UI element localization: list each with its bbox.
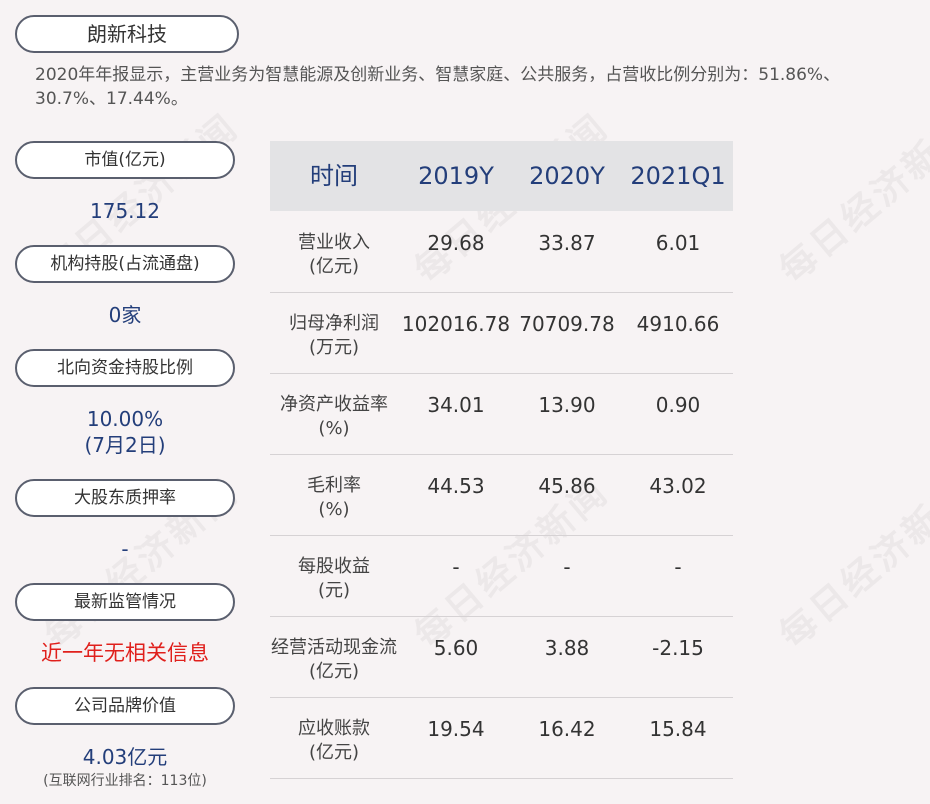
institution-value: 0家 xyxy=(108,303,142,327)
table-row: 应收账款 (亿元) 19.54 16.42 15.84 xyxy=(270,697,733,779)
watermark: 每日经济新闻 xyxy=(771,470,930,657)
row-label-metric: 应收账款 xyxy=(298,718,370,739)
row-label: 每股收益 (元) xyxy=(270,555,398,603)
header-2019: 2019Y xyxy=(418,162,494,190)
table-cell: 29.68 xyxy=(427,231,485,255)
row-label-metric: 归母净利润 xyxy=(289,313,379,334)
pledge-value: - xyxy=(121,537,129,561)
table-cell: 44.53 xyxy=(427,474,485,498)
watermark: 每日经济新闻 xyxy=(771,105,930,292)
row-label-unit: (亿元) xyxy=(308,661,360,682)
row-label: 营业收入 (亿元) xyxy=(270,231,398,279)
row-label-unit: (元) xyxy=(317,580,351,601)
northbound-value: 10.00% xyxy=(86,407,164,431)
table-cell: 5.60 xyxy=(433,636,479,660)
table-cell: 43.02 xyxy=(649,474,707,498)
table-cell: 16.42 xyxy=(538,717,596,741)
business-intro: 2020年年报显示，主营业务为智慧能源及创新业务、智慧家庭、公共服务，占营收比例… xyxy=(35,65,841,109)
table-row: 每股收益 (元) - - - xyxy=(270,535,733,617)
table-cell: 6.01 xyxy=(655,231,701,255)
row-label-metric: 净资产收益率 xyxy=(280,394,388,415)
market-cap-label: 市值(亿元) xyxy=(15,141,235,179)
table-row: 净资产收益率 (%) 34.01 13.90 0.90 xyxy=(270,373,733,455)
row-label-metric: 营业收入 xyxy=(298,232,370,253)
regulation-value: 近一年无相关信息 xyxy=(41,641,209,665)
pledge-label: 大股东质押率 xyxy=(15,479,235,517)
row-label: 应收账款 (亿元) xyxy=(270,717,398,765)
table-cell: 4910.66 xyxy=(636,312,720,336)
row-label-metric: 毛利率 xyxy=(307,475,361,496)
northbound-date: (7月2日) xyxy=(84,433,166,457)
table-header: 时间 2019Y 2020Y 2021Q1 xyxy=(270,141,733,211)
row-label-unit: (万元) xyxy=(308,337,360,358)
brand-label: 公司品牌价值 xyxy=(15,687,235,725)
table-cell: - xyxy=(452,555,460,579)
table-cell: 45.86 xyxy=(538,474,596,498)
header-2020: 2020Y xyxy=(529,162,605,190)
table-cell: 34.01 xyxy=(427,393,485,417)
header-2021q1: 2021Q1 xyxy=(630,162,726,190)
table-row: 毛利率 (%) 44.53 45.86 43.02 xyxy=(270,454,733,536)
table-row: 营业收入 (亿元) 29.68 33.87 6.01 xyxy=(270,211,733,293)
row-label-unit: (亿元) xyxy=(308,742,360,763)
row-label: 净资产收益率 (%) xyxy=(270,393,398,441)
institution-label: 机构持股(占流通盘) xyxy=(15,245,235,283)
brand-note: (互联网行业排名：113位) xyxy=(43,773,207,789)
row-label-unit: (亿元) xyxy=(308,256,360,277)
table-row: 归母净利润 (万元) 102016.78 70709.78 4910.66 xyxy=(270,292,733,374)
row-label: 归母净利润 (万元) xyxy=(270,312,398,360)
table-cell: 15.84 xyxy=(649,717,707,741)
company-name: 朗新科技 xyxy=(15,15,239,53)
row-label-metric: 经营活动现金流 xyxy=(271,637,397,658)
row-label-unit: (%) xyxy=(318,418,350,439)
table-cell: - xyxy=(674,555,682,579)
table-cell: 3.88 xyxy=(544,636,590,660)
row-label-metric: 每股收益 xyxy=(298,556,370,577)
row-label-unit: (%) xyxy=(318,499,350,520)
table-cell: - xyxy=(563,555,571,579)
table-cell: 0.90 xyxy=(655,393,701,417)
northbound-label: 北向资金持股比例 xyxy=(15,349,235,387)
regulation-label: 最新监管情况 xyxy=(15,583,235,621)
table-cell: 13.90 xyxy=(538,393,596,417)
market-cap-value: 175.12 xyxy=(90,199,160,223)
table-cell: 19.54 xyxy=(427,717,485,741)
header-period: 时间 xyxy=(310,162,358,190)
table-row: 经营活动现金流 (亿元) 5.60 3.88 -2.15 xyxy=(270,616,733,698)
row-label: 经营活动现金流 (亿元) xyxy=(270,636,398,684)
brand-value: 4.03亿元 xyxy=(82,745,168,769)
table-cell: 102016.78 xyxy=(401,312,511,336)
table-cell: 33.87 xyxy=(538,231,596,255)
row-label: 毛利率 (%) xyxy=(270,474,398,522)
table-cell: -2.15 xyxy=(652,636,704,660)
table-cell: 70709.78 xyxy=(519,312,615,336)
